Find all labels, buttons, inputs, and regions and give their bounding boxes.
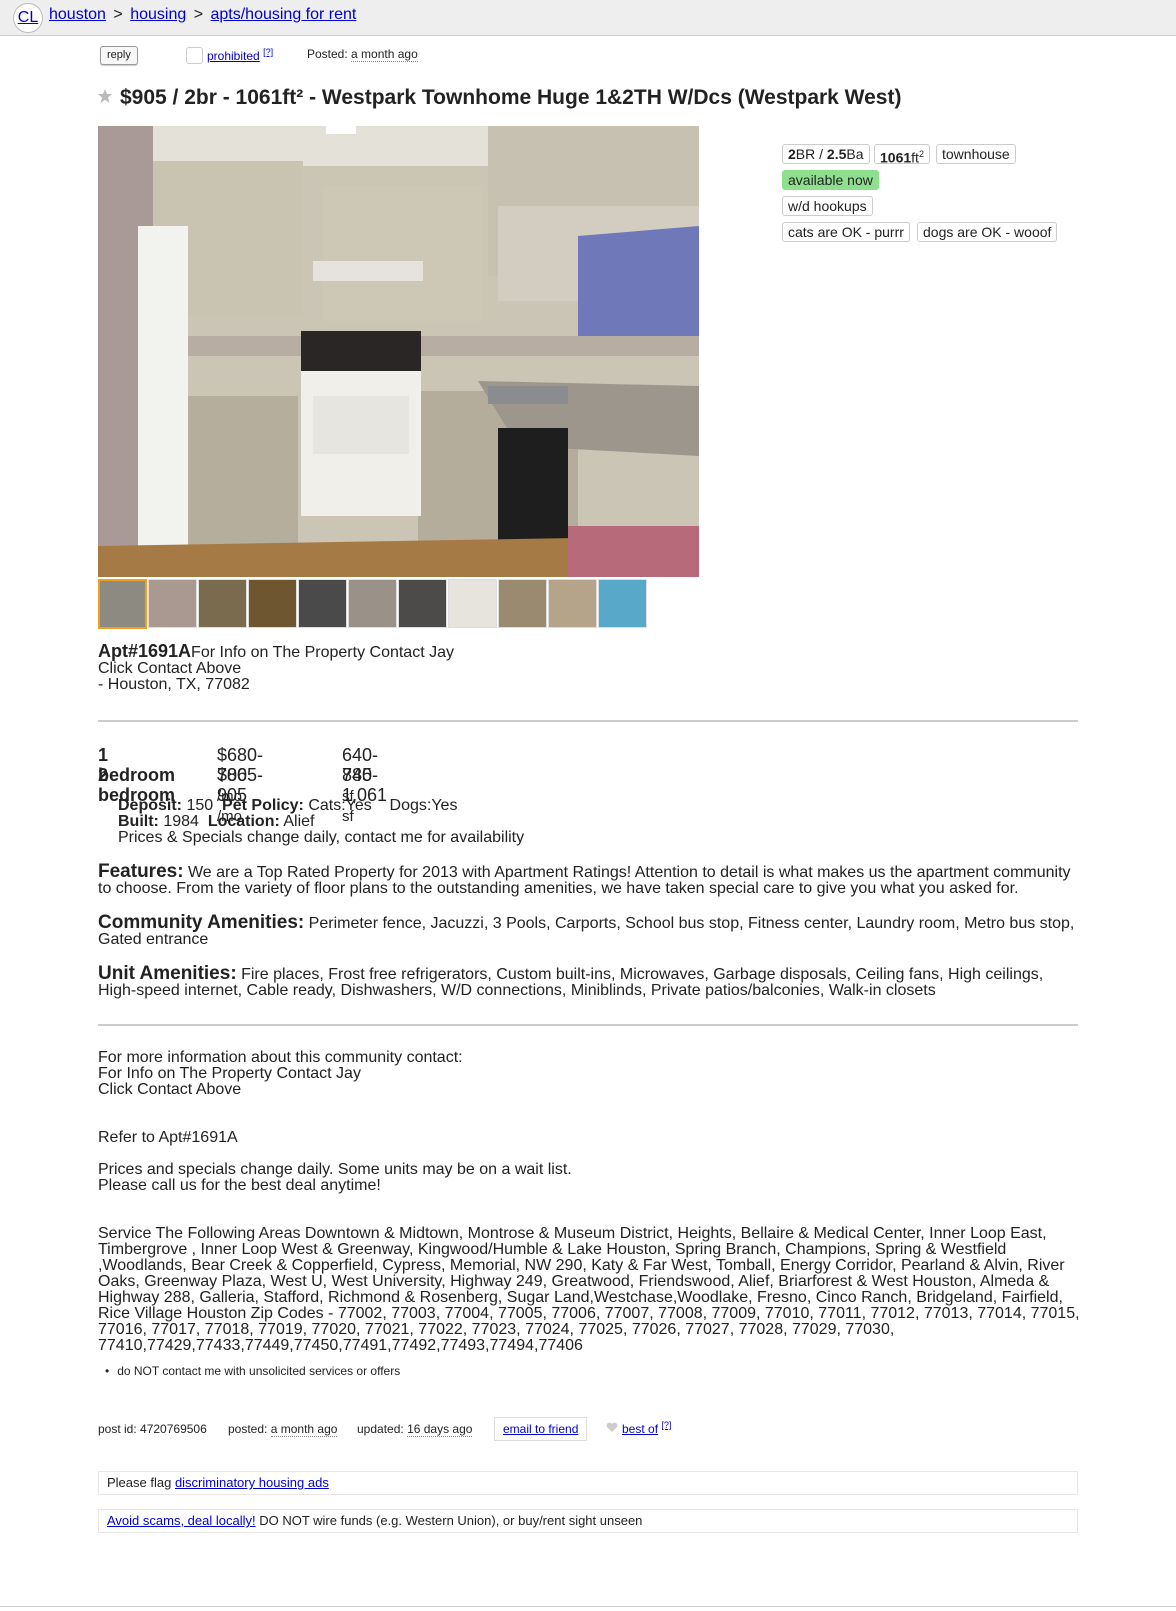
reply-button[interactable]: reply: [100, 46, 138, 65]
prices-line2: Please call us for the best deal anytime…: [98, 1177, 381, 1194]
attr-sqft: 1061ft2: [874, 144, 930, 166]
built-label: Built:: [118, 813, 159, 830]
no-solicitation-notice: do NOT contact me with unsolicited servi…: [105, 1364, 400, 1378]
flag-text: Please flag: [107, 1475, 175, 1490]
footer-updated: updated: 16 days ago: [357, 1422, 473, 1437]
prices-line1: Prices and specials change daily. Some u…: [98, 1161, 572, 1178]
thumbnail[interactable]: [398, 579, 447, 628]
listing-title: $905 / 2br - 1061ft² - Westpark Townhome…: [120, 86, 902, 109]
bathrooms-value: 2.5: [826, 146, 847, 162]
kitchen-photo-image: [98, 126, 699, 577]
contact-block: For more information about this communit…: [98, 1050, 1083, 1098]
footer-posted-label: posted:: [228, 1422, 268, 1436]
thumbnail[interactable]: [248, 579, 297, 628]
section-divider: [98, 720, 1078, 722]
footer-updated-value: 16 days ago: [407, 1422, 473, 1437]
thumbnail[interactable]: [598, 579, 647, 628]
scam-warning-text: DO NOT wire funds (e.g. Western Union), …: [255, 1513, 643, 1528]
craigslist-logo[interactable]: CL: [13, 3, 43, 33]
contact-line2: For Info on The Property Contact Jay: [98, 1065, 361, 1082]
attr-laundry: w/d hookups: [782, 196, 873, 216]
attr-availability: available now: [782, 170, 879, 190]
best-of: best of [?]: [622, 1420, 671, 1436]
built-value: 1984: [163, 813, 199, 830]
email-to-friend-button[interactable]: email to friend: [494, 1417, 588, 1441]
pet-policy-value: Cats:Yes Dogs:Yes: [308, 797, 458, 814]
scam-warning-box: Avoid scams, deal locally! DO NOT wire f…: [98, 1509, 1078, 1533]
breadcrumb-separator: >: [113, 6, 123, 23]
community-amenities-section: Community Amenities: Perimeter fence, Ja…: [98, 912, 1078, 948]
address-line2: Click Contact Above: [98, 660, 242, 677]
footer-updated-label: updated:: [357, 1422, 404, 1436]
prohibited-flag: prohibited [?]: [207, 47, 273, 63]
breadcrumb: houston > housing > apts/housing for ren…: [49, 6, 356, 24]
bathrooms-label: Ba: [846, 146, 864, 162]
post-id: post id: 4720769506: [98, 1422, 207, 1436]
address-line3: - Houston, TX, 77082: [98, 676, 250, 693]
thumbnail[interactable]: [298, 579, 347, 628]
unit-amenities-heading: Unit Amenities:: [98, 963, 237, 984]
thumbnail[interactable]: [198, 579, 247, 628]
service-areas: Service The Following Areas Downtown & M…: [98, 1225, 1080, 1354]
pet-policy-label: Pet Policy:: [222, 797, 304, 814]
attr-housing-type: townhouse: [936, 144, 1016, 164]
apt-number: Apt#1691A: [98, 641, 192, 661]
attr-cats: cats are OK - purrr: [782, 222, 910, 242]
prices-note: Prices and specials change daily. Some u…: [98, 1162, 1083, 1194]
deposit-label: Deposit:: [118, 797, 182, 814]
thumbnail[interactable]: [98, 579, 147, 629]
bedrooms-value: 2: [788, 146, 796, 162]
prohibited-link[interactable]: prohibited: [207, 49, 260, 63]
bedrooms-label: BR /: [795, 146, 827, 162]
location-value: Alief: [283, 813, 315, 830]
thumbnail[interactable]: [348, 579, 397, 628]
footer-posted-value: a month ago: [270, 1422, 338, 1437]
avoid-scams-link[interactable]: Avoid scams, deal locally!: [107, 1513, 256, 1528]
refer-line: Refer to Apt#1691A: [98, 1129, 238, 1146]
favorite-star-icon[interactable]: [97, 88, 113, 104]
features-section: Features: We are a Top Rated Property fo…: [98, 861, 1078, 897]
thumbnail[interactable]: [148, 579, 197, 628]
top-bar: CL houston > housing > apts/housing for …: [0, 0, 1176, 36]
sqft-unit: ft: [911, 149, 919, 166]
breadcrumb-housing[interactable]: housing: [130, 6, 186, 23]
breadcrumb-houston[interactable]: houston: [49, 6, 106, 23]
breadcrumb-separator: >: [193, 6, 204, 23]
unit-amenities-text: Fire places, Frost free refrigerators, C…: [98, 966, 1044, 999]
address-block: Apt#1691AFor Info on The Property Contac…: [98, 641, 454, 693]
best-of-link[interactable]: best of: [622, 1422, 658, 1436]
thumbnail[interactable]: [498, 579, 547, 628]
property-details: Deposit: 150 Pet Policy: Cats:Yes Dogs:Y…: [118, 798, 524, 846]
prohibited-help-link[interactable]: [?]: [263, 47, 273, 57]
flag-checkbox[interactable]: [186, 47, 203, 64]
footer-posted: posted: a month ago: [228, 1422, 338, 1437]
sqft-unit-sup: 2: [918, 149, 924, 159]
contact-line1: For more information about this communit…: [98, 1049, 463, 1066]
community-amenities-heading: Community Amenities:: [98, 912, 305, 933]
unit-amenities-section: Unit Amenities: Fire places, Frost free …: [98, 963, 1078, 999]
posted-value: a month ago: [351, 47, 418, 62]
features-heading: Features:: [98, 861, 184, 882]
posted-label: Posted:: [307, 47, 348, 61]
discrimination-flag-box: Please flag discriminatory housing ads: [98, 1471, 1078, 1495]
section-divider: [98, 1024, 1078, 1026]
discriminatory-ads-link[interactable]: discriminatory housing ads: [175, 1475, 329, 1490]
breadcrumb-apts-housing[interactable]: apts/housing for rent: [210, 6, 356, 23]
location-label: Location:: [207, 813, 280, 830]
address-line1: For Info on The Property Contact Jay: [191, 644, 454, 661]
sqft-value: 1061: [880, 149, 912, 166]
posted-date: Posted: a month ago: [307, 47, 418, 62]
heart-icon[interactable]: [606, 1422, 618, 1433]
features-text: We are a Top Rated Property for 2013 wit…: [98, 864, 1071, 897]
attr-dogs: dogs are OK - wooof: [917, 222, 1058, 242]
thumbnail[interactable]: [548, 579, 597, 628]
thumbnail[interactable]: [448, 579, 497, 628]
contact-line3: Click Contact Above: [98, 1081, 242, 1098]
attr-bed-bath: 2BR / 2.5Ba: [782, 144, 870, 164]
main-photo[interactable]: [98, 126, 699, 577]
best-of-help-link[interactable]: [?]: [661, 1420, 671, 1430]
deposit-value: 150: [186, 797, 214, 814]
page-bottom-divider: [0, 1606, 1176, 1607]
pricing-note: Prices & Specials change daily, contact …: [118, 829, 525, 846]
